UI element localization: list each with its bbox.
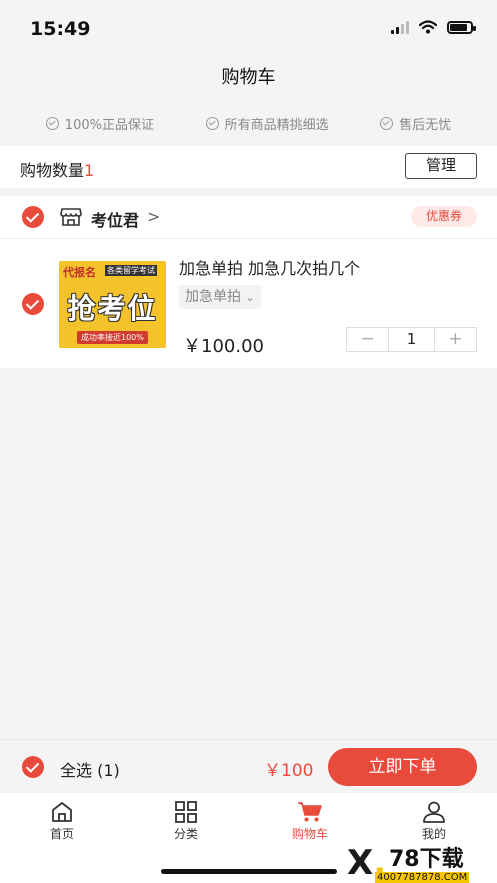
home-indicator [161, 869, 337, 874]
quantity-input[interactable]: 1 [388, 328, 435, 351]
nav-bar: 购物车 [0, 56, 497, 100]
check-circle-icon [380, 116, 394, 130]
checkout-bar: 全选 (1) ￥100 立即下单 [0, 739, 497, 794]
quantity-stepper: − 1 + [346, 327, 477, 352]
cart-count-bar: 购物数量1 管理 [0, 146, 497, 188]
grid-icon [175, 801, 197, 823]
thumbnail-tag: 代报名 [63, 266, 96, 279]
cellular-signal-icon [391, 20, 409, 34]
battery-icon [447, 20, 476, 34]
status-bar: 15:49 [0, 0, 497, 56]
tab-cart[interactable]: 购物车 [270, 801, 350, 842]
check-circle-icon [205, 116, 219, 130]
guarantee-label: 100%正品保证 [64, 117, 154, 133]
check-circle-icon [45, 116, 59, 130]
chevron-down-icon: ⌄ [245, 291, 255, 304]
guarantee-item: 所有商品精挑细选 [205, 114, 329, 133]
tab-profile[interactable]: 我的 [394, 801, 474, 842]
item-select-checkbox[interactable] [22, 293, 44, 315]
thumbnail-tag2: 各类留学考试 [105, 265, 157, 276]
watermark-url: 4007787878.COM [375, 872, 470, 883]
status-time: 15:49 [30, 18, 91, 40]
cart-icon [298, 802, 322, 822]
cart-count: 购物数量1 [20, 157, 94, 181]
home-icon [52, 802, 72, 822]
guarantee-item: 售后无忧 [380, 114, 451, 133]
guarantee-item: 100%正品保证 [45, 114, 154, 133]
shop-select-checkbox[interactable] [22, 206, 44, 228]
thumbnail-headline: 抢考位 [67, 292, 158, 325]
wifi-icon [419, 20, 437, 34]
watermark-logo: X. 78下载 4007787878.COM [345, 846, 495, 883]
coupon-button[interactable]: 优惠券 [411, 206, 477, 227]
tab-label: 我的 [421, 827, 446, 841]
total-price: ￥100 [264, 761, 314, 781]
tab-label: 分类 [173, 827, 198, 841]
select-all-checkbox[interactable] [22, 756, 44, 778]
shop-name[interactable]: 考位君 [91, 207, 139, 231]
guarantee-label: 所有商品精挑细选 [224, 117, 329, 133]
page-title: 购物车 [221, 67, 276, 88]
guarantee-label: 售后无忧 [399, 117, 452, 133]
spec-label: 加急单拍 [185, 289, 241, 305]
select-all-label[interactable]: 全选 (1) [60, 757, 120, 781]
manage-button[interactable]: 管理 [405, 153, 477, 179]
guarantee-strip: 100%正品保证 所有商品精挑细选 售后无忧 [0, 108, 497, 138]
cart-count-value: 1 [84, 161, 95, 180]
store-icon [60, 208, 82, 226]
product-price: ￥100.00 [183, 336, 264, 357]
tab-label: 首页 [49, 827, 74, 841]
user-icon [423, 801, 445, 823]
increase-button[interactable]: + [435, 328, 476, 351]
spec-selector[interactable]: 加急单拍 ⌄ [179, 285, 261, 309]
chevron-right-icon[interactable]: > [147, 207, 160, 226]
tab-label: 购物车 [291, 827, 328, 841]
shop-header: 考位君 > 优惠券 [0, 196, 497, 239]
product-title[interactable]: 加急单拍 加急几次拍几个 [179, 255, 360, 279]
tab-home[interactable]: 首页 [22, 801, 102, 842]
thumbnail-footer: 成功率接近100% [77, 331, 148, 344]
cart-count-label: 购物数量 [20, 161, 85, 180]
watermark-text: 78下载 [389, 847, 464, 872]
cart-shop-card: 考位君 > 优惠券 代报名 各类留学考试 抢考位 成功率接近100% 加急单拍 … [0, 196, 497, 368]
product-thumbnail[interactable]: 代报名 各类留学考试 抢考位 成功率接近100% [59, 261, 166, 348]
decrease-button[interactable]: − [347, 328, 388, 351]
place-order-button[interactable]: 立即下单 [328, 748, 477, 786]
tab-category[interactable]: 分类 [146, 801, 226, 842]
status-icons [391, 20, 476, 34]
